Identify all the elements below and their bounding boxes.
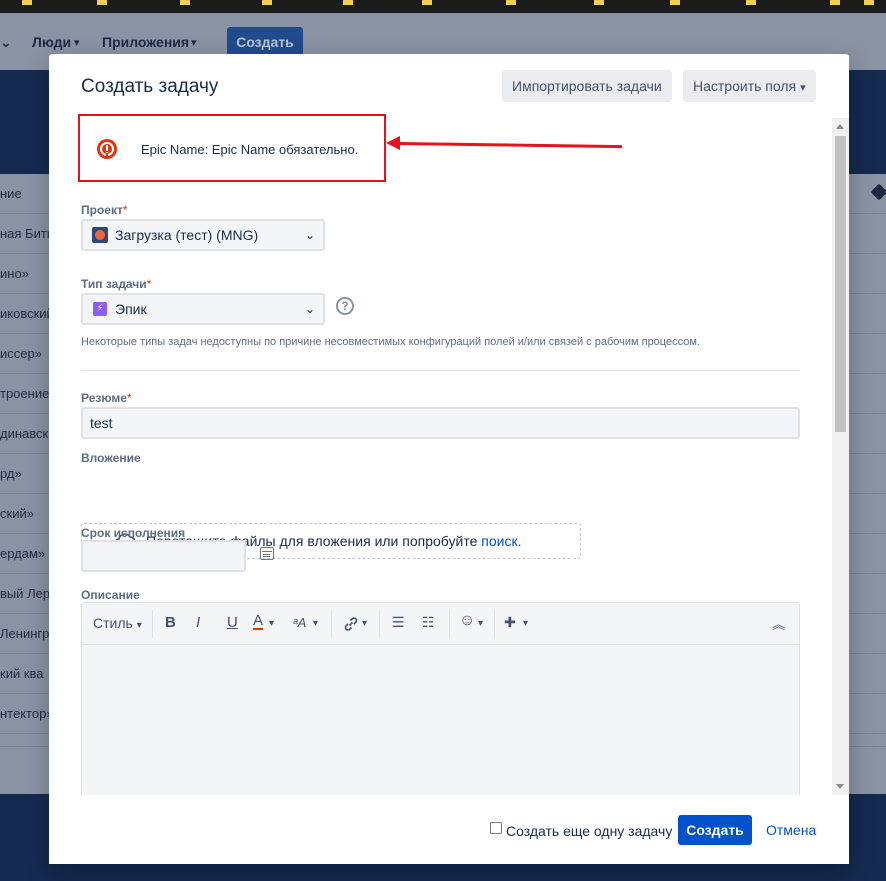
create-button[interactable]: Создать	[678, 815, 752, 845]
create-another-checkbox[interactable]	[490, 822, 502, 834]
bullet-list-button[interactable]: ☰	[392, 614, 405, 631]
issue-type-select[interactable]: ⚡ Эпик ⌄	[81, 293, 325, 325]
project-select-value: Загрузка (тест) (MNG)	[115, 227, 259, 243]
nav-people[interactable]: Люди	[32, 34, 71, 50]
calendar-icon[interactable]	[260, 547, 274, 560]
summary-label: Резюме*	[81, 391, 132, 405]
project-label-text: Проект	[81, 203, 123, 217]
editor-toolbar: Стиль ▾ B I U A ▾ ᵃA ▾ ▾ ☰ ☷ ☺ ▾ ✚ ▾ ︽	[82, 603, 799, 645]
project-avatar-icon	[92, 227, 108, 243]
background-right-column	[849, 174, 886, 746]
description-label: Описание	[81, 588, 140, 602]
emoji-button[interactable]: ☺	[459, 612, 475, 630]
toolbar-separator	[331, 610, 332, 638]
attachment-browse-link[interactable]: поиск.	[481, 533, 521, 549]
text-color-button[interactable]: A	[253, 613, 264, 630]
chevron-down-icon: ▾	[269, 618, 275, 629]
more-formatting-button[interactable]: ᵃA	[293, 615, 306, 630]
toolbar-separator	[449, 610, 450, 638]
annotation-arrow-head	[386, 136, 400, 150]
issue-type-label-text: Тип задачи	[81, 277, 147, 291]
italic-button[interactable]: I	[196, 614, 200, 631]
nav-create-button[interactable]: Создать	[227, 27, 303, 57]
nav-people-chevron-icon: ▾	[74, 37, 80, 49]
chevron-down-icon: ▾	[313, 618, 319, 629]
nav-apps[interactable]: Приложения	[102, 34, 189, 50]
insert-button[interactable]: ✚	[504, 614, 516, 631]
summary-input[interactable]: test	[81, 407, 800, 439]
nav-apps-chevron-icon: ▾	[191, 37, 197, 49]
project-select[interactable]: Загрузка (тест) (MNG) ⌄	[81, 219, 325, 251]
dialog-scrollbar[interactable]	[832, 118, 849, 795]
issue-type-hint: Некоторые типы задач недоступны по причи…	[81, 336, 700, 348]
chevron-down-icon: ⌄	[304, 228, 315, 242]
toolbar-separator	[152, 610, 153, 638]
help-icon[interactable]: ?	[336, 297, 354, 315]
chevron-down-icon: ⌄	[304, 302, 315, 316]
chevron-down-icon: ▾	[800, 82, 806, 94]
chevron-down-icon: ▾	[136, 620, 142, 631]
link-button[interactable]	[342, 615, 360, 636]
description-editor: Стиль ▾ B I U A ▾ ᵃA ▾ ▾ ☰ ☷ ☺ ▾ ✚ ▾ ︽	[81, 602, 800, 795]
numbered-list-button[interactable]: ☷	[422, 614, 435, 631]
dialog-title: Создать задачу	[81, 76, 219, 97]
scroll-down-icon[interactable]	[836, 784, 844, 789]
collapse-toolbar-button[interactable]: ︽	[772, 614, 785, 633]
scroll-thumb[interactable]	[835, 136, 846, 432]
dialog-form: Epic Name: Epic Name обязательно. Проект…	[49, 118, 849, 795]
toolbar-separator	[494, 610, 495, 638]
browser-bookmarks-bar	[0, 0, 886, 13]
scroll-up-icon[interactable]	[836, 124, 844, 129]
link-icon	[344, 617, 358, 631]
import-issues-label: Импортировать задачи	[512, 78, 662, 94]
description-textarea[interactable]	[82, 645, 799, 795]
configure-fields-label: Настроить поля	[693, 78, 797, 94]
issue-type-select-value: Эпик	[115, 301, 147, 317]
attachment-label: Вложение	[81, 451, 141, 465]
underline-button[interactable]: U	[227, 614, 238, 631]
tag-icon	[870, 183, 886, 201]
create-another-label[interactable]: Создать еще одну задачу	[506, 823, 672, 839]
cancel-link[interactable]: Отмена	[766, 822, 816, 838]
issue-type-label: Тип задачи*	[81, 277, 151, 291]
required-marker: *	[146, 277, 152, 291]
due-date-label: Срок исполнения	[81, 526, 186, 540]
project-label: Проект*	[81, 203, 128, 217]
annotation-highlight-box	[78, 114, 386, 182]
text-style-dropdown[interactable]: Стиль ▾	[93, 615, 142, 631]
toolbar-separator	[379, 610, 380, 638]
import-issues-button[interactable]: Импортировать задачи	[502, 70, 672, 102]
required-marker: *	[126, 391, 132, 405]
bold-button[interactable]: B	[165, 614, 176, 631]
required-marker: *	[122, 203, 128, 217]
text-style-label: Стиль	[93, 615, 133, 631]
chevron-down-icon: ▾	[362, 618, 368, 629]
chevron-down-icon: ▾	[478, 618, 484, 629]
epic-icon: ⚡	[93, 302, 107, 316]
nav-chevron-icon[interactable]: ⌄	[0, 34, 12, 51]
chevron-down-icon: ▾	[523, 618, 529, 629]
dialog-footer: Создать еще одну задачу Создать Отмена	[49, 795, 849, 864]
due-date-input[interactable]	[81, 540, 246, 572]
configure-fields-button[interactable]: Настроить поля ▾	[683, 70, 816, 102]
divider	[81, 370, 800, 371]
summary-label-text: Резюме	[81, 391, 127, 405]
